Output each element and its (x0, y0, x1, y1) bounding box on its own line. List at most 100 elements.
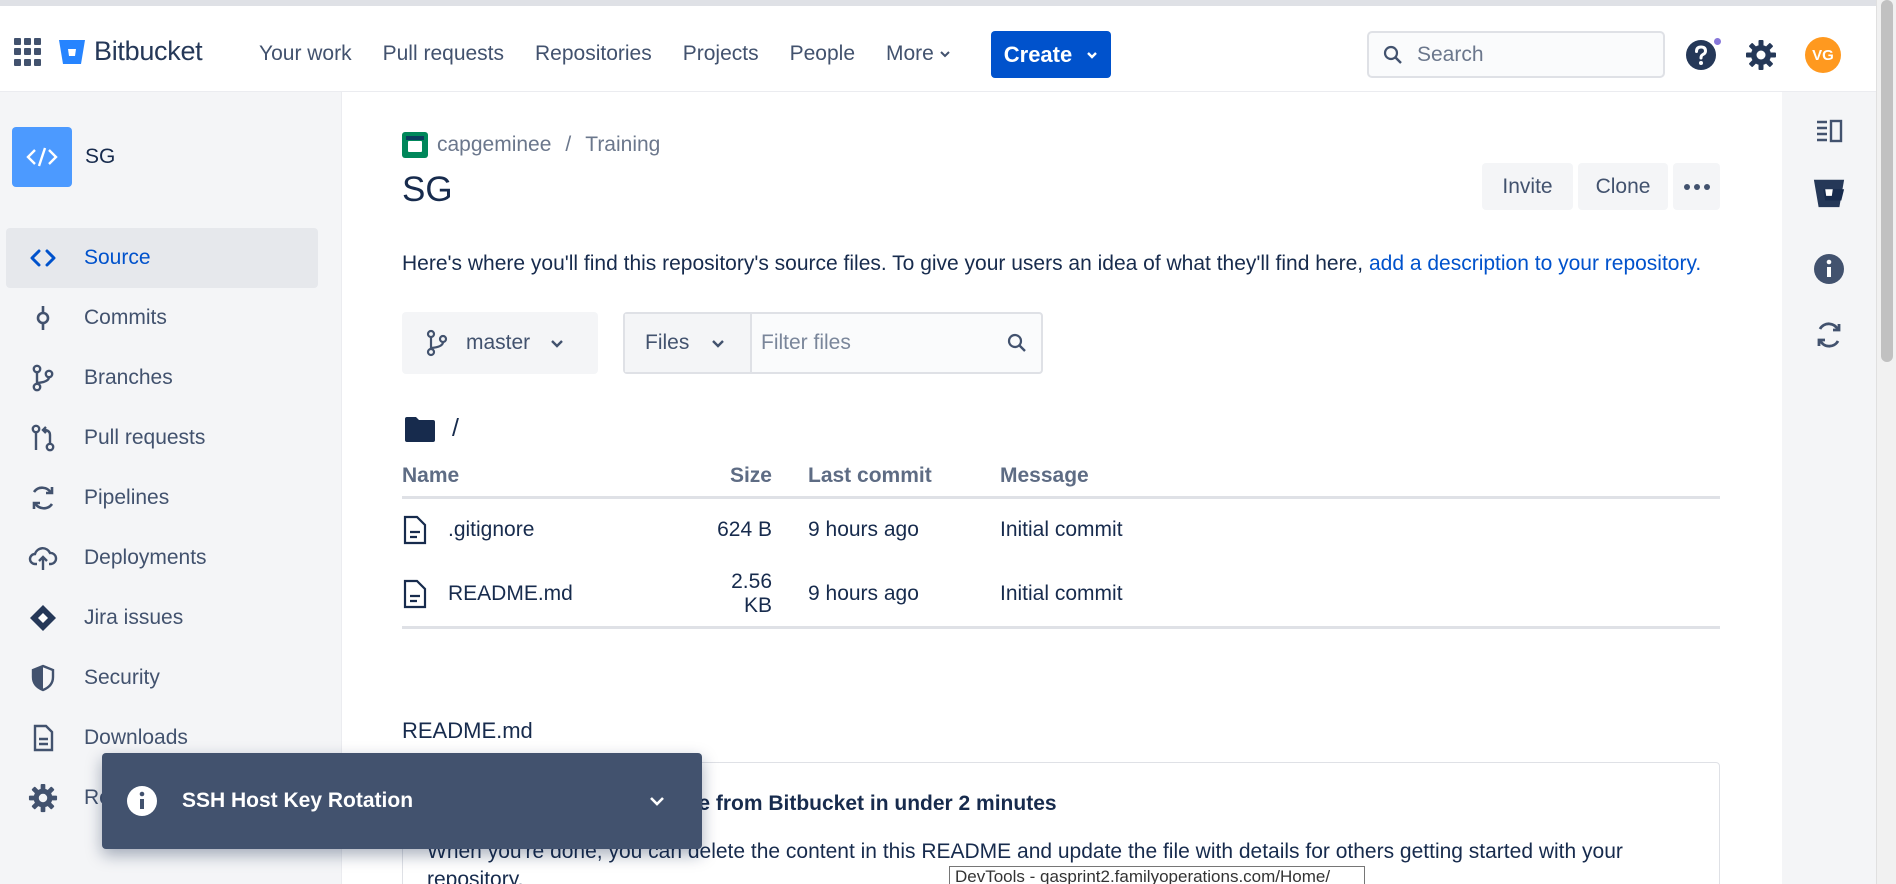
bitbucket-cloud-icon[interactable] (1812, 176, 1846, 210)
chevron-down-icon (551, 340, 564, 348)
sidebar-item-branches[interactable]: Branches (6, 348, 318, 408)
app-switcher-icon[interactable] (14, 38, 42, 66)
sidebar-item-label: Pipelines (84, 486, 170, 509)
sidebar-item-label: Jira issues (84, 606, 184, 629)
col-message[interactable]: Message (1000, 460, 1720, 499)
create-label: Create (1003, 41, 1073, 67)
code-brackets-icon (26, 147, 58, 167)
branch-icon (426, 329, 448, 357)
ssh-rotation-flag[interactable]: SSH Host Key Rotation (102, 753, 702, 849)
nav-label: More (886, 42, 934, 65)
nav-repositories[interactable]: Repositories (535, 42, 652, 66)
file-message[interactable]: Initial commit (1000, 497, 1720, 562)
col-name[interactable]: Name (402, 460, 712, 499)
sidebar-item-commits[interactable]: Commits (6, 288, 318, 348)
file-icon (403, 516, 427, 545)
file-name[interactable]: README.md (448, 582, 573, 606)
user-avatar[interactable]: VG (1805, 37, 1841, 73)
bucket-icon (1813, 179, 1845, 208)
search-icon (1383, 45, 1402, 64)
notification-dot (1712, 36, 1723, 47)
shield-icon (31, 664, 55, 692)
nav-projects[interactable]: Projects (683, 42, 759, 66)
chevron-down-icon[interactable] (648, 792, 666, 810)
path-root[interactable]: / (452, 414, 459, 443)
top-navigation-bar: Bitbucket Your work Pull requests Reposi… (0, 0, 1876, 92)
pipelines-icon (32, 486, 54, 510)
workspace-logo-icon (402, 132, 428, 158)
breadcrumb-separator: / (565, 133, 572, 156)
nav-label: People (789, 42, 855, 65)
more-actions-button[interactable] (1673, 163, 1720, 210)
chevron-down-icon (1087, 51, 1098, 59)
file-icon (403, 579, 427, 608)
info-icon[interactable] (1812, 252, 1846, 286)
readme-title: README.md (402, 718, 533, 743)
panel-icon (1817, 119, 1843, 143)
branch-name: master (466, 331, 531, 354)
create-button[interactable]: Create (991, 31, 1111, 78)
sidebar-item-label: Pull requests (84, 426, 206, 449)
col-last-commit[interactable]: Last commit (808, 460, 1000, 499)
refresh-icon (1817, 322, 1841, 348)
sidebar-item-deployments[interactable]: Deployments (6, 528, 318, 588)
chevron-down-icon (712, 340, 725, 348)
breadcrumb: capgeminee / Training (402, 132, 660, 158)
nav-more[interactable]: More (886, 42, 951, 66)
filter-files-input[interactable]: Filter files (761, 331, 1007, 355)
files-dropdown[interactable]: Files (625, 314, 752, 372)
breadcrumb-workspace[interactable]: capgeminee (437, 133, 551, 157)
nav-label: Projects (682, 42, 759, 65)
scrollbar-thumb[interactable] (1881, 0, 1893, 362)
primary-nav: Your work Pull requests Repositories Pro… (259, 42, 982, 66)
invite-button[interactable]: Invite (1482, 163, 1573, 210)
file-last-commit: 9 hours ago (808, 562, 1000, 629)
nav-people[interactable]: People (790, 42, 855, 66)
sidebar-item-source[interactable]: Source (6, 228, 318, 288)
table-row[interactable]: .gitignore 624 B 9 hours ago Initial com… (402, 497, 1720, 562)
repo-avatar-icon (12, 127, 72, 187)
sidebar-item-label: Source (84, 246, 151, 269)
table-row[interactable]: README.md 2.56 KB 9 hours ago Initial co… (402, 562, 1720, 629)
nav-pull-requests[interactable]: Pull requests (383, 42, 504, 66)
layout-toggle-icon[interactable] (1812, 114, 1846, 148)
search-icon (1007, 333, 1026, 352)
file-last-commit: 9 hours ago (808, 518, 919, 542)
col-size[interactable]: Size (712, 460, 808, 499)
jira-icon (30, 605, 56, 631)
folder-icon (405, 416, 435, 442)
file-table: Name Size Last commit Message .gitignore… (402, 460, 1720, 629)
branch-selector[interactable]: master (402, 312, 598, 374)
sidebar-item-label: Deployments (84, 546, 207, 569)
bitbucket-logo[interactable]: Bitbucket (58, 36, 203, 67)
settings-gear-icon[interactable] (1745, 39, 1777, 71)
search-input[interactable]: Search (1367, 31, 1665, 78)
files-dropdown-label: Files (645, 331, 690, 354)
nav-label: Repositories (535, 42, 652, 65)
sidebar-item-label: Branches (84, 366, 173, 389)
clone-button[interactable]: Clone (1578, 163, 1668, 210)
file-size: 2.56 KB (712, 562, 808, 629)
description-text: Here's where you'll find this repository… (402, 252, 1364, 275)
repo-name: SG (85, 145, 116, 168)
more-dots-icon (1683, 183, 1710, 190)
commit-icon (36, 306, 50, 330)
file-name-cell[interactable]: .gitignore (402, 497, 712, 562)
info-icon (127, 786, 157, 816)
nav-your-work[interactable]: Your work (259, 42, 352, 66)
breadcrumb-project[interactable]: Training (585, 133, 660, 157)
page-scrollbar[interactable] (1876, 0, 1896, 884)
logo-text: Bitbucket (94, 36, 203, 66)
file-name[interactable]: .gitignore (448, 518, 534, 542)
sidebar-item-pull-requests[interactable]: Pull requests (6, 408, 318, 468)
sidebar-item-pipelines[interactable]: Pipelines (6, 468, 318, 528)
repo-header[interactable]: SG (12, 127, 115, 187)
clone-label: Clone (1595, 174, 1651, 198)
file-message[interactable]: Initial commit (1000, 562, 1720, 629)
sidebar-item-security[interactable]: Security (6, 648, 318, 708)
sidebar-item-jira-issues[interactable]: Jira issues (6, 588, 318, 648)
file-name-cell[interactable]: README.md (402, 562, 712, 629)
add-description-link[interactable]: add a description to your repository. (1369, 252, 1701, 275)
sync-icon[interactable] (1812, 318, 1846, 352)
file-size: 624 B (717, 518, 772, 542)
